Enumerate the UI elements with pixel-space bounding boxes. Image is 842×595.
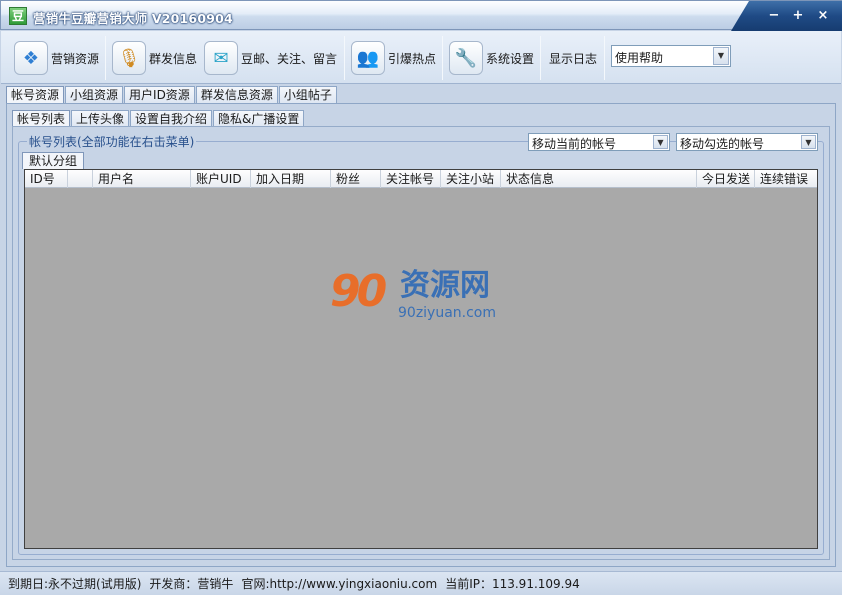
envelope-icon: ✉ [204, 41, 238, 75]
column-header-following[interactable]: 关注帐号 [381, 170, 441, 188]
move-current-dropdown[interactable]: 移动当前的帐号 ▼ [528, 133, 670, 151]
developer-text: 开发商：营销牛 [149, 577, 234, 591]
show-log-button[interactable]: 显示日志 [549, 38, 597, 78]
hot-topics-button[interactable]: 👥 引爆热点 [351, 38, 436, 78]
system-settings-button[interactable]: 🔧 系统设置 [449, 38, 534, 78]
help-dropdown[interactable]: 使用帮助 ▼ [611, 45, 731, 67]
toolbar-label: 系统设置 [486, 51, 535, 66]
toolbar-separator [442, 36, 443, 80]
column-header-sent-today[interactable]: 今日发送 [697, 170, 755, 188]
chevron-down-icon[interactable]: ▼ [801, 135, 816, 149]
main-tab-strip: 帐号资源 小组资源 用户ID资源 群发信息资源 小组帖子 [6, 86, 338, 105]
move-checked-dropdown[interactable]: 移动勾选的帐号 ▼ [676, 133, 818, 151]
toolbar-separator [344, 36, 345, 80]
watermark-url: 90ziyuan.com [398, 305, 497, 321]
move-current-value: 移动当前的帐号 [532, 137, 617, 151]
tab-user-id-resources[interactable]: 用户ID资源 [124, 86, 195, 104]
column-header-fans[interactable]: 粉丝 [331, 170, 381, 188]
toolbar-separator [604, 36, 605, 80]
toolbar-label: 引爆热点 [388, 51, 437, 66]
toolbar-label: 豆邮、关注、留言 [241, 51, 338, 66]
account-list-label: 帐号列表(全部功能在右击菜单) [27, 133, 197, 150]
column-header-status[interactable]: 状态信息 [501, 170, 697, 188]
toolbar-separator [105, 36, 106, 80]
current-ip-text: 当前IP：113.91.109.94 [445, 577, 580, 591]
column-header-blank[interactable] [68, 170, 93, 188]
move-checked-value: 移动勾选的帐号 [680, 137, 765, 151]
dropbox-box-icon: ❖ [14, 41, 48, 75]
column-header-id[interactable]: ID号 [25, 170, 68, 188]
tab-group-posts[interactable]: 小组帖子 [278, 86, 337, 104]
watermark-text: 资源网 [400, 268, 490, 303]
column-header-consecutive-errors[interactable]: 连续错误 [755, 170, 817, 188]
tab-mass-message-resources[interactable]: 群发信息资源 [195, 86, 278, 104]
tab-group-resources[interactable]: 小组资源 [65, 86, 124, 104]
chevron-down-icon[interactable]: ▼ [713, 47, 729, 65]
window-title: 营销牛豆瓣营销大师 V20160904 [33, 11, 233, 26]
column-header-username[interactable]: 用户名 [93, 170, 191, 188]
close-button[interactable]: × [815, 8, 831, 24]
wrench-icon: 🔧 [449, 41, 483, 75]
title-bar: 豆 营销牛豆瓣营销大师 V20160904 − + × [0, 0, 842, 31]
sub-tab-strip: 帐号列表 上传头像 设置自我介绍 隐私&广播设置 [12, 110, 305, 129]
watermark: 90 资源网 90ziyuan.com [330, 267, 510, 327]
website-text: 官网:http://www.yingxiaoniu.com [241, 577, 438, 591]
help-dropdown-value: 使用帮助 [615, 51, 664, 65]
app-icon: 豆 [9, 7, 27, 25]
toolbar-separator [540, 36, 541, 80]
grid-header: ID号 用户名 账户UID 加入日期 粉丝 关注帐号 关注小站 状态信息 今日发… [25, 170, 817, 188]
mail-follow-comment-button[interactable]: ✉ 豆邮、关注、留言 [204, 38, 337, 78]
microphone-person-icon: 🎙 [112, 41, 146, 75]
expiry-text: 到期日:永不过期(试用版) [8, 577, 142, 591]
status-bar: 到期日:永不过期(试用版) 开发商：营销牛 官网:http://www.ying… [0, 571, 842, 595]
column-header-followed-sites[interactable]: 关注小站 [441, 170, 501, 188]
watermark-logo: 90 [330, 266, 387, 317]
column-header-join-date[interactable]: 加入日期 [251, 170, 331, 188]
minimize-button[interactable]: − [766, 8, 782, 24]
column-header-uid[interactable]: 账户UID [191, 170, 251, 188]
maximize-button[interactable]: + [790, 8, 806, 24]
marketing-resources-button[interactable]: ❖ 营销资源 [14, 38, 99, 78]
mass-message-button[interactable]: 🎙 群发信息 [112, 38, 197, 78]
toolbar-label: 营销资源 [51, 51, 100, 66]
people-icon: 👥 [351, 41, 385, 75]
chevron-down-icon[interactable]: ▼ [653, 135, 668, 149]
tab-default-group[interactable]: 默认分组 [22, 152, 85, 169]
toolbar-label: 显示日志 [549, 51, 598, 66]
toolbar-label: 群发信息 [149, 51, 198, 66]
toolbar: ❖ 营销资源 🎙 群发信息 ✉ 豆邮、关注、留言 👥 引爆热点 🔧 系统设置 显… [1, 31, 841, 84]
account-grid[interactable]: ID号 用户名 账户UID 加入日期 粉丝 关注帐号 关注小站 状态信息 今日发… [24, 169, 818, 549]
